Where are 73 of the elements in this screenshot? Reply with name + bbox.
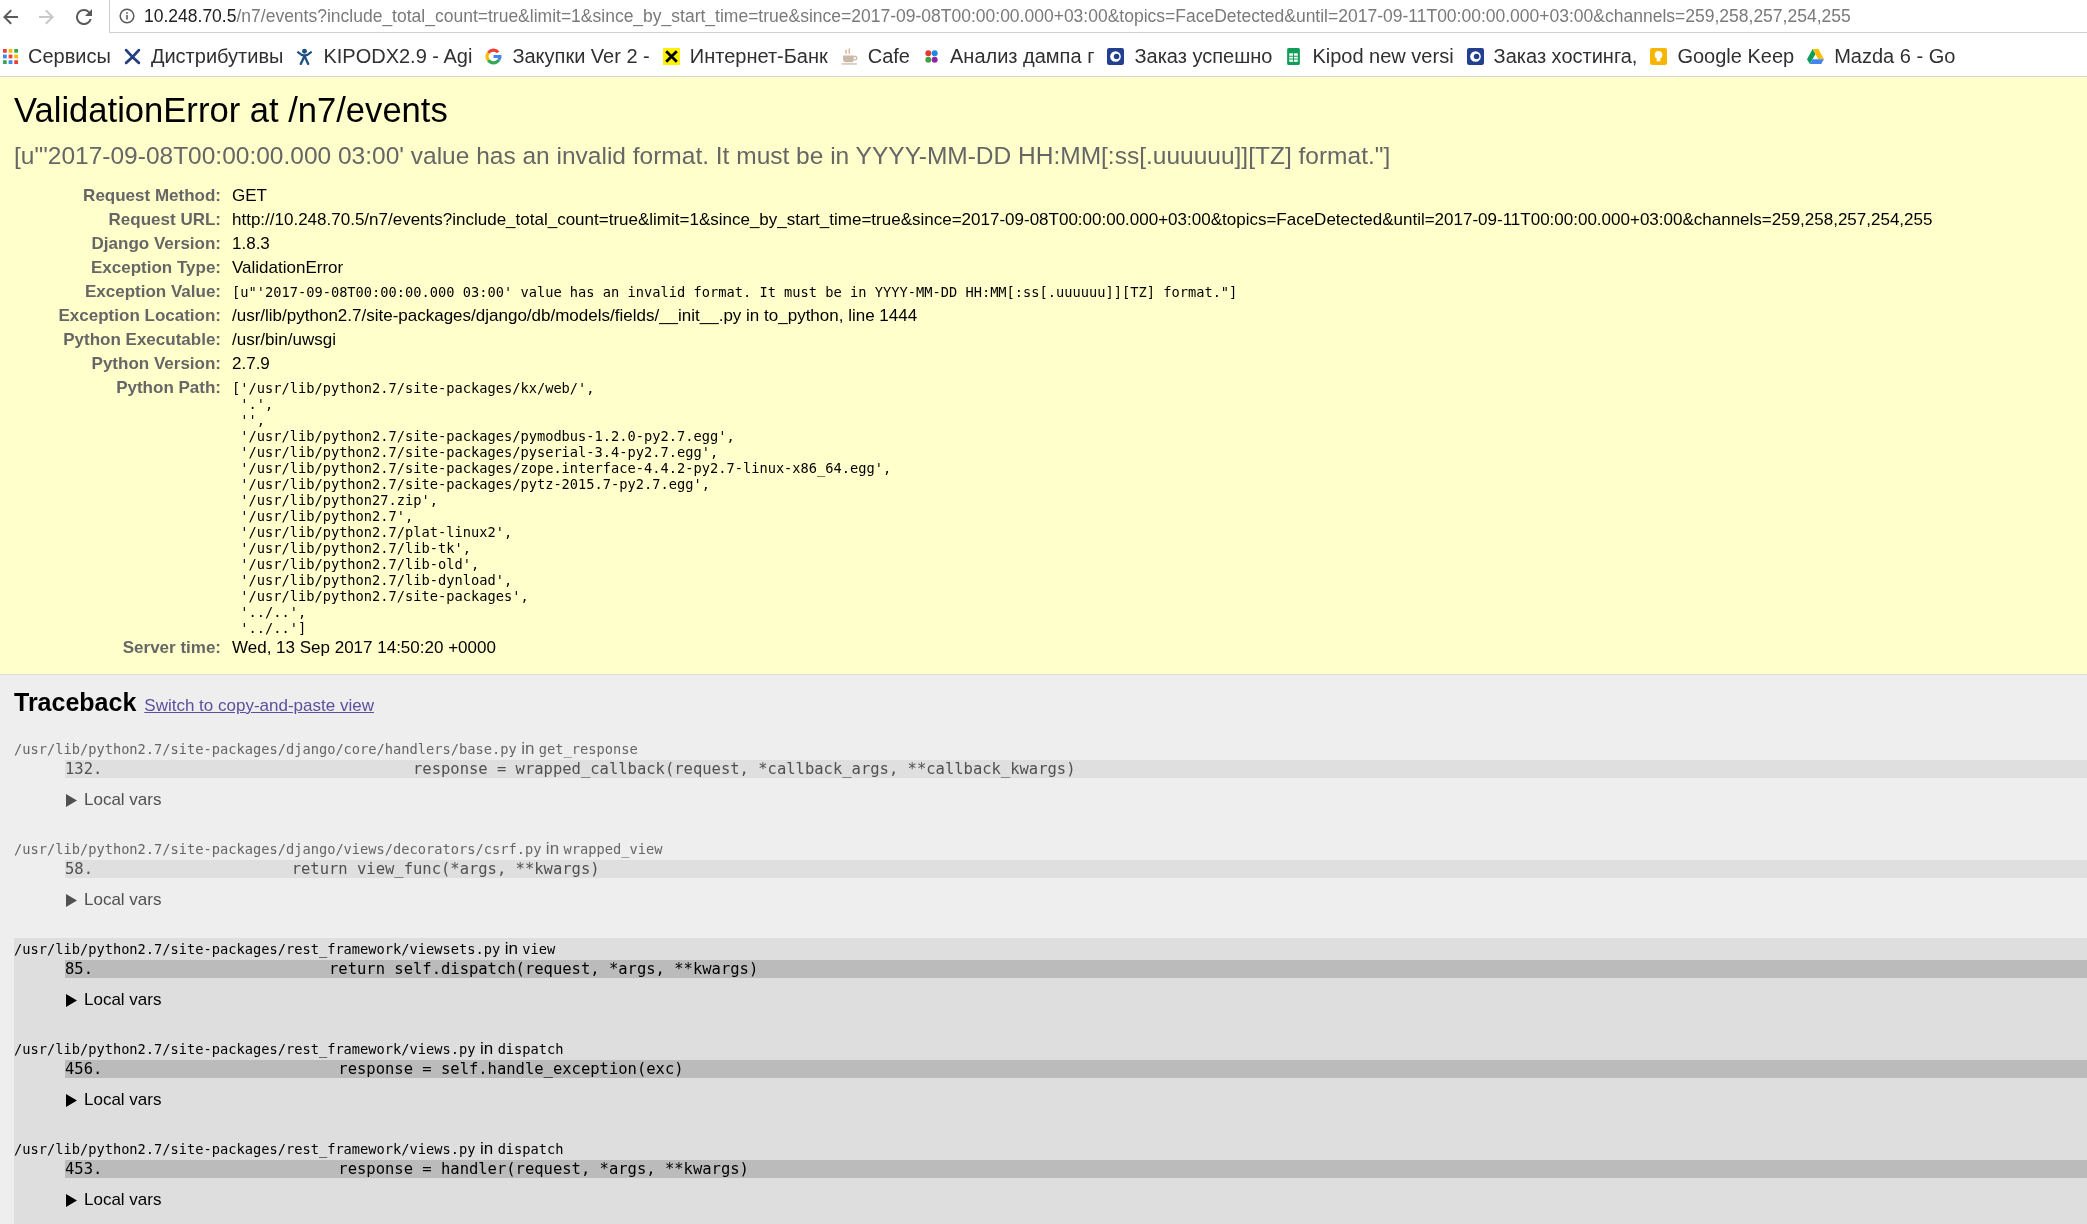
code-text: response = wrapped_callback(request, *callback_args, **callback_kwargs) — [412, 760, 1076, 778]
field-value: 2.7.9 — [232, 353, 271, 375]
path-list: ['/usr/lib/python2.7/site-packages/kx/web/', '.', '', '/usr/lib/python2.7/site-packages/pymodbus-1.2.0-py2.7.egg', '/usr/lib/python2.7/site-packages/pyserial-3.4-py2.7.egg', '/usr/lib/python2.7/site-packages/zope.interface-4.4.2-py2.7-linux-x86_64.egg', '/usr/lib/python2.7/site-packages/pytz-2015.7-py2.7.egg', '/usr/lib/python27.zip', '/usr/lib/python2.7', '/usr/lib/python2.7/plat-linux2', '/usr/lib/python2.7/lib-tk', '/usr/lib/python2.7/lib-old', '/usr/lib/python2.7/lib-dynload', '/usr/lib/python2.7/site-packages', '../..', '../..'] — [232, 376, 1933, 636]
field-label: Python Path: — [115, 377, 221, 399]
local-vars-toggle[interactable]: Local vars — [65, 1089, 162, 1111]
field-label: Request Method: — [82, 185, 221, 207]
frame-location: /usr/lib/python2.7/site-packages/django/core/handlers/base.py in get_response — [14, 738, 639, 760]
eye-logo-icon — [1107, 47, 1125, 65]
code-text: return view_func(*args, **kwargs) — [291, 860, 600, 878]
frame-location: /usr/lib/python2.7/site-packages/rest_framework/viewsets.py in view — [14, 938, 557, 960]
field-label: Exception Value: — [83, 281, 221, 303]
bookmark-item[interactable]: Заказ успешно — [1107, 44, 1273, 68]
error-message: [u"'2017-09-08T00:00:00.000 03:00' value has an invalid format. It must be in YYYY-MM-DD HH:MM[:ss[.uuuuuu]][TZ] format."] — [14, 142, 1392, 170]
field-label: Request URL: — [107, 209, 221, 231]
error-title: ValidationError at /n7/events — [14, 90, 449, 130]
field-label: Exception Type: — [89, 257, 221, 279]
info-icon[interactable] — [119, 8, 135, 24]
reload-icon — [76, 9, 92, 25]
local-vars-toggle[interactable]: Local vars — [65, 789, 162, 811]
field-value: GET — [232, 185, 268, 207]
spreadsheet-icon — [1285, 47, 1303, 65]
code-value: [u"'2017-09-08T00:00:00.000 03:00' value has an invalid format. It must be in YYYY-MM-DD HH:MM[:ss[.uuuuuu]][TZ] format."] — [232, 283, 1239, 302]
bookmark-item[interactable]: KIPODX2.9 - Agi — [296, 44, 473, 68]
local-vars-toggle[interactable]: Local vars — [65, 989, 162, 1011]
bookmark-item[interactable]: Интернет-Банк — [662, 44, 828, 68]
local-vars-toggle[interactable]: Local vars — [65, 889, 162, 911]
field-label: Exception Location: — [57, 305, 221, 327]
field-value: http://10.248.70.5/n7/events?include_total_count=true&limit=1&since_by_start_time=true&since=2017-09-08T00:00:00.000+03:00&topics=FaceDetected&until=2017-09-11T00:00:00.000+03:00&channels=259,258,257,254,255 — [232, 209, 1933, 231]
crossed-lines-icon — [123, 47, 141, 65]
address-field[interactable]: 10.248.70.5/n7/events?include_total_count=true&limit=1&since_by_start_time=true&since=2017-09-08T00:00:00.000+03:00&topics=FaceDetected&until=2017-09-11T00:00:00.000+03:00&channels=259,258,257,254,255 — [109, 0, 2087, 33]
line-number: 132. — [65, 760, 103, 778]
bookmark-item[interactable]: Сервисы — [3, 44, 111, 68]
copy-paste-view-link[interactable]: Switch to copy-and-paste view — [144, 693, 374, 719]
line-number: 58. — [65, 860, 93, 878]
figure-logo-icon — [296, 47, 314, 65]
arrow-left-icon — [3, 9, 19, 25]
g-logo-icon — [485, 47, 503, 65]
code-text: response = handler(request, *args, **kwargs) — [338, 1160, 749, 1178]
cup-icon — [840, 47, 858, 65]
code-text: return self.dispatch(request, *args, **kwargs) — [329, 960, 759, 978]
triangle-logo-icon — [1807, 47, 1825, 65]
field-value: Wed, 13 Sep 2017 14:50:20 +0000 — [232, 637, 497, 659]
grid-icon — [3, 48, 18, 64]
field-value: ValidationError — [232, 257, 345, 279]
bookmark-item[interactable]: Mazda 6 - Go — [1807, 44, 1956, 68]
arrow-right-icon — [38, 9, 54, 25]
bookmark-item[interactable]: Google Keep — [1650, 44, 1795, 68]
local-vars-toggle[interactable]: Local vars — [65, 1189, 162, 1211]
eye-logo-icon — [1466, 47, 1484, 65]
crossed-square-icon — [662, 47, 680, 65]
bookmark-item[interactable]: Cafe — [840, 44, 910, 68]
field-value: 1.8.3 — [232, 233, 271, 255]
field-label: Django Version: — [90, 233, 221, 255]
code-text: response = self.handle_exception(exc) — [338, 1060, 684, 1078]
frame-location: /usr/lib/python2.7/site-packages/rest_framework/views.py in dispatch — [14, 1038, 565, 1060]
line-number: 456. — [65, 1060, 103, 1078]
dots-cluster-icon — [923, 47, 940, 65]
frame-location: /usr/lib/python2.7/site-packages/rest_framework/views.py in dispatch — [14, 1138, 565, 1160]
line-number: 453. — [65, 1160, 103, 1178]
frame-location: /usr/lib/python2.7/site-packages/django/views/decorators/csrf.py in wrapped_view — [14, 838, 664, 860]
field-value: /usr/bin/uwsgi — [232, 329, 337, 351]
bookmark-item[interactable]: Закупки Ver 2 - — [485, 44, 650, 68]
bulb-icon — [1650, 47, 1668, 65]
field-value: /usr/lib/python2.7/site-packages/django/db/models/fields/__init__.py in to_python, line 1444 — [232, 305, 919, 327]
bookmark-item[interactable]: Анализ дампа г — [923, 44, 1095, 68]
bookmark-item[interactable]: Заказ хостинга, — [1466, 44, 1638, 68]
line-number: 85. — [65, 960, 93, 978]
traceback-title: Traceback — [14, 687, 137, 717]
bookmark-item[interactable]: Kipod new versi — [1285, 44, 1454, 68]
field-label: Python Version: — [90, 353, 221, 375]
bookmark-item[interactable]: Дистрибутивы — [123, 44, 284, 68]
field-label: Python Executable: — [62, 329, 221, 351]
field-label: Server time: — [121, 637, 221, 659]
